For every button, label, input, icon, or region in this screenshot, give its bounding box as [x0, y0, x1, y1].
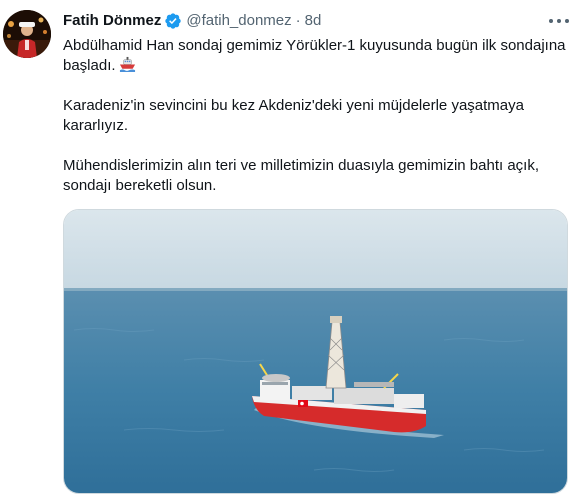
separator-dot: ·	[295, 12, 301, 29]
verified-badge-icon	[164, 12, 182, 30]
tweet-media-image[interactable]	[63, 209, 568, 494]
ship-emoji-icon	[119, 56, 136, 73]
avatar-image	[3, 10, 51, 58]
tweet-card[interactable]: Fatih Dönmez @fatih_donmez · 8d Abdülham…	[0, 0, 581, 500]
tweet-paragraph: Abdülhamid Han sondaj gemimiz Yörükler-1…	[63, 37, 566, 74]
author-handle[interactable]: @fatih_donmez	[186, 11, 291, 31]
tweet-paragraph: Mühendislerimizin alın teri ve milletimi…	[63, 157, 540, 194]
tweet-content: Fatih Dönmez @fatih_donmez · 8d Abdülham…	[63, 10, 571, 196]
tweet-header: Fatih Dönmez @fatih_donmez · 8d	[63, 10, 571, 32]
more-options-icon[interactable]	[549, 16, 569, 26]
avatar[interactable]	[3, 10, 51, 58]
author-name[interactable]: Fatih Dönmez	[63, 11, 161, 31]
tweet-paragraph: Karadeniz'in sevincini bu kez Akdeniz'de…	[63, 97, 524, 134]
tweet-timestamp[interactable]: 8d	[305, 11, 322, 31]
drillship-photo	[64, 210, 567, 493]
tweet-text: Abdülhamid Han sondaj gemimiz Yörükler-1…	[63, 36, 571, 196]
